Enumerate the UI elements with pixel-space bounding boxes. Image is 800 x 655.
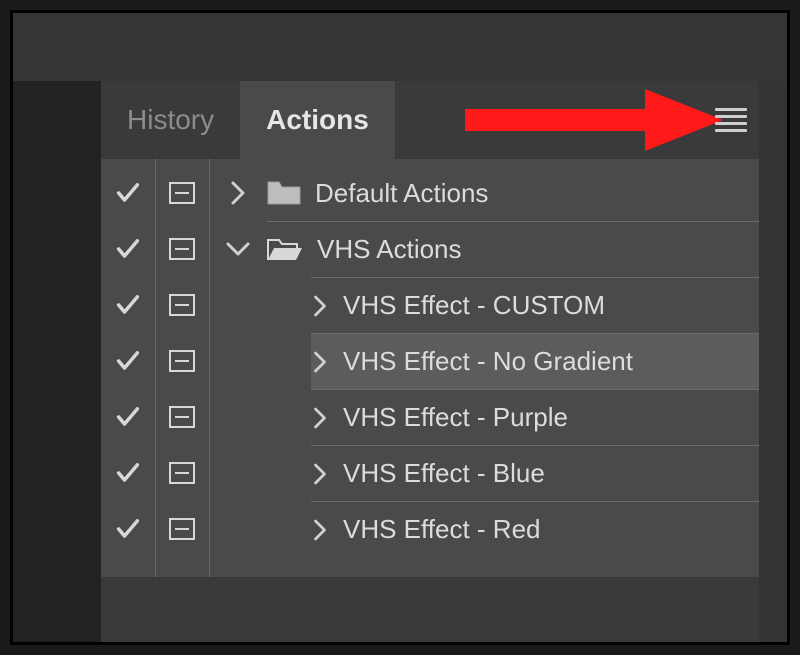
checkmark-icon[interactable] xyxy=(114,459,142,487)
action-row[interactable]: VHS Effect - Red xyxy=(101,501,759,557)
dialog-toggle-icon[interactable] xyxy=(169,238,195,260)
row-label: VHS Effect - CUSTOM xyxy=(343,290,605,321)
row-label: VHS Actions xyxy=(317,234,462,265)
chevron-right-icon[interactable] xyxy=(311,405,329,431)
panel-tabbar: History Actions xyxy=(101,81,759,159)
row-label: VHS Effect - Blue xyxy=(343,458,545,489)
tabbar-spacer xyxy=(395,81,759,159)
checkmark-icon[interactable] xyxy=(114,179,142,207)
dialog-toggle-icon[interactable] xyxy=(169,406,195,428)
chevron-right-icon[interactable] xyxy=(311,293,329,319)
action-row[interactable]: VHS Effect - Purple xyxy=(101,389,759,445)
checkmark-icon[interactable] xyxy=(114,347,142,375)
dialog-toggle-icon[interactable] xyxy=(169,462,195,484)
row-label: VHS Effect - Red xyxy=(343,514,541,545)
action-row[interactable]: VHS Effect - No Gradient xyxy=(101,333,759,389)
left-dock-strip xyxy=(13,81,101,642)
action-set-row[interactable]: VHS Actions xyxy=(101,221,759,277)
chevron-right-icon[interactable] xyxy=(311,349,329,375)
panel-menu-icon[interactable] xyxy=(715,108,747,132)
window-frame: ❯❯ History Actions xyxy=(10,10,790,645)
actions-panel: ❯❯ History Actions xyxy=(101,81,759,642)
tab-actions[interactable]: Actions xyxy=(240,81,395,159)
dialog-toggle-icon[interactable] xyxy=(169,350,195,372)
checkmark-icon[interactable] xyxy=(114,403,142,431)
annotation-arrow xyxy=(465,85,725,155)
right-gutter xyxy=(759,81,787,642)
column-divider xyxy=(209,159,210,577)
folder-closed-icon xyxy=(267,180,301,206)
checkmark-icon[interactable] xyxy=(114,515,142,543)
action-row[interactable]: VHS Effect - CUSTOM xyxy=(101,277,759,333)
chevron-down-icon[interactable] xyxy=(224,239,252,259)
dialog-toggle-icon[interactable] xyxy=(169,294,195,316)
chevron-right-icon[interactable] xyxy=(228,179,248,207)
action-row[interactable]: VHS Effect - Blue xyxy=(101,445,759,501)
row-label: VHS Effect - Purple xyxy=(343,402,568,433)
checkmark-icon[interactable] xyxy=(114,291,142,319)
column-divider xyxy=(155,159,156,577)
action-set-row[interactable]: Default Actions xyxy=(101,165,759,221)
dialog-toggle-icon[interactable] xyxy=(169,182,195,204)
folder-open-icon xyxy=(267,237,303,263)
row-label: Default Actions xyxy=(315,178,488,209)
checkmark-icon[interactable] xyxy=(114,235,142,263)
chevron-right-icon[interactable] xyxy=(311,461,329,487)
chevron-right-icon[interactable] xyxy=(311,517,329,543)
window-titlebar xyxy=(13,13,787,81)
dialog-toggle-icon[interactable] xyxy=(169,518,195,540)
tab-history[interactable]: History xyxy=(101,81,240,159)
actions-list: Default Actions VHS Actions xyxy=(101,159,759,577)
row-label: VHS Effect - No Gradient xyxy=(343,346,633,377)
